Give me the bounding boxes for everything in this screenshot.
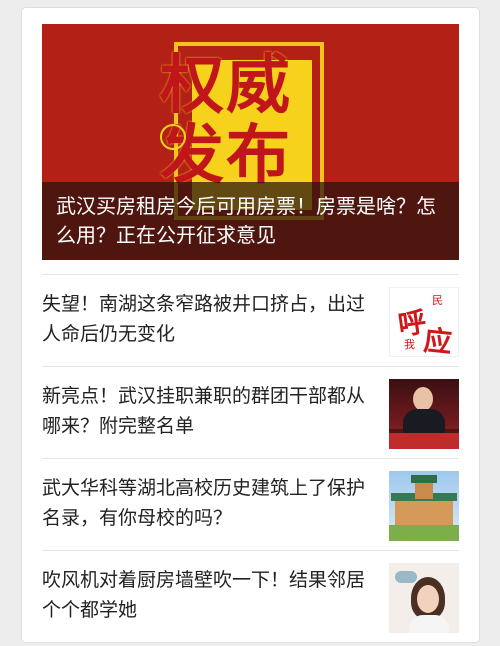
article-title[interactable]: 失望！南湖这条窄路被井口挤占，出过人命后仍无变化	[42, 289, 372, 349]
list-item[interactable]: 失望！南湖这条窄路被井口挤占，出过人命后仍无变化 民 呼 我 应	[42, 274, 459, 367]
thumb-person-body	[403, 409, 445, 435]
article-thumbnail[interactable]	[389, 471, 459, 541]
thumb-building	[395, 497, 453, 525]
thumb-grass	[389, 525, 459, 541]
list-item[interactable]: 新亮点！武汉挂职兼职的群团干部都从哪来？附完整名单	[42, 366, 459, 459]
thumb-shirt	[409, 615, 449, 633]
article-thumbnail[interactable]: 民 呼 我 应	[389, 287, 459, 357]
thumb-tower-roof	[411, 475, 437, 483]
featured-article[interactable]: 权威 发布 武汉买房租房今后可用房票！房票是啥？怎么用？正在公开征求意见	[42, 24, 459, 260]
newspaper-seal-logo	[160, 124, 186, 150]
thumb-text-ying: 应	[422, 323, 454, 357]
thumb-face	[417, 585, 439, 613]
hero-image-text-line1: 权威	[160, 49, 292, 123]
list-item[interactable]: 武大华科等湖北高校历史建筑上了保护名录，有你母校的吗？	[42, 458, 459, 551]
featured-article-title[interactable]: 武汉买房租房今后可用房票！房票是啥？怎么用？正在公开征求意见	[42, 182, 459, 260]
article-title[interactable]: 新亮点！武汉挂职兼职的群团干部都从哪来？附完整名单	[42, 381, 372, 441]
article-thumbnail[interactable]	[389, 379, 459, 449]
article-title[interactable]: 武大华科等湖北高校历史建筑上了保护名录，有你母校的吗？	[42, 473, 372, 533]
thumb-desk	[389, 433, 459, 449]
thumb-text-wo: 我	[404, 338, 415, 351]
article-title[interactable]: 吹风机对着厨房墙壁吹一下！结果邻居个个都学她	[42, 565, 372, 625]
thumb-text-min: 民	[432, 294, 443, 307]
hair-dryer-icon	[395, 571, 417, 583]
article-thumbnail[interactable]	[389, 563, 459, 633]
list-item[interactable]: 吹风机对着厨房墙壁吹一下！结果邻居个个都学她	[42, 550, 459, 643]
article-list-card: 权威 发布 武汉买房租房今后可用房票！房票是啥？怎么用？正在公开征求意见 失望！…	[22, 8, 479, 642]
thumb-person-head	[413, 387, 433, 411]
